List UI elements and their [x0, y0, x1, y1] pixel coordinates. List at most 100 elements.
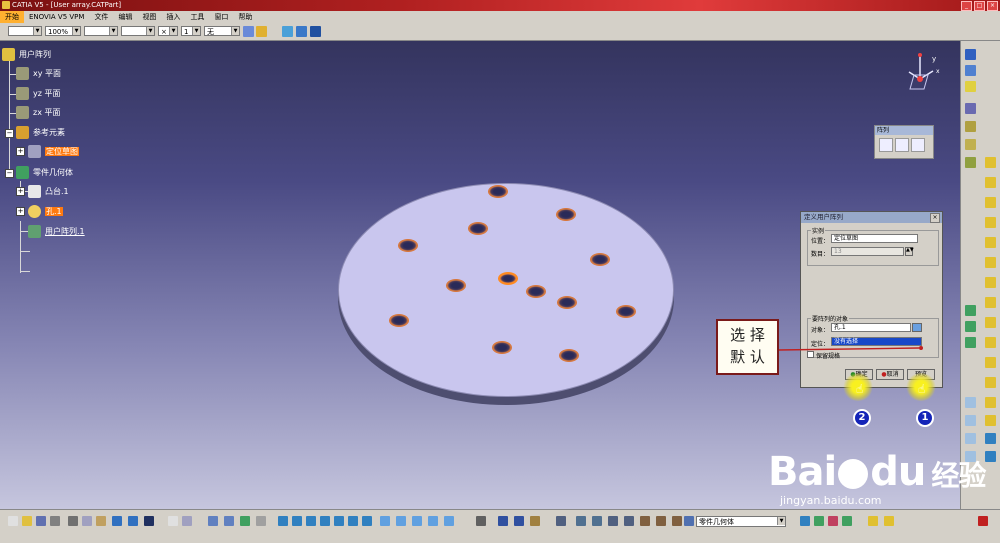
- hole-feature-selected[interactable]: [498, 272, 518, 285]
- expand-icon[interactable]: +: [16, 207, 25, 216]
- menu-tools[interactable]: 工具: [185, 11, 209, 23]
- update-icon[interactable]: [256, 516, 266, 526]
- hole-feature[interactable]: [446, 279, 466, 292]
- mass-icon[interactable]: [624, 516, 634, 526]
- tree-item-yz-plane[interactable]: yz 平面: [16, 86, 60, 101]
- lineweight-select[interactable]: ▼: [121, 26, 155, 36]
- workbench-icon[interactable]: [282, 26, 293, 37]
- iso-view-icon[interactable]: [380, 516, 390, 526]
- swap-space-icon[interactable]: [428, 516, 438, 526]
- chamfer-icon[interactable]: [985, 317, 996, 328]
- stiffener-icon[interactable]: [985, 237, 996, 248]
- plane-icon[interactable]: [965, 81, 976, 92]
- select-object-icon[interactable]: [912, 323, 922, 332]
- fastener-icon[interactable]: [640, 516, 650, 526]
- collapse-icon[interactable]: −: [5, 129, 14, 138]
- dimension-icon[interactable]: [498, 516, 508, 526]
- rotation-icon[interactable]: [965, 415, 976, 426]
- compass-icon[interactable]: y x: [900, 49, 945, 97]
- remove-face-icon[interactable]: [985, 357, 996, 368]
- copy-icon[interactable]: [82, 516, 92, 526]
- hole-icon[interactable]: [985, 177, 996, 188]
- zoom-in-icon[interactable]: [334, 516, 344, 526]
- scaling-icon[interactable]: [985, 415, 996, 426]
- thickness-icon[interactable]: [965, 337, 976, 348]
- power-copy-icon[interactable]: [828, 516, 838, 526]
- layer-select[interactable]: 无 ▼: [204, 26, 240, 36]
- thread-annotation-icon[interactable]: [656, 516, 666, 526]
- cut-icon[interactable]: [68, 516, 78, 526]
- annotation-icon[interactable]: [530, 516, 540, 526]
- tree-item-part-body[interactable]: 零件几何体: [16, 165, 73, 180]
- thickness-select[interactable]: 1 ▼: [181, 26, 201, 36]
- tree-item-zx-plane[interactable]: zx 平面: [16, 105, 60, 120]
- rib-icon[interactable]: [985, 197, 996, 208]
- knowledge-icon[interactable]: [224, 516, 234, 526]
- hole-feature[interactable]: [559, 349, 579, 362]
- fill-color-select[interactable]: ▼: [8, 26, 42, 36]
- publish-icon[interactable]: [240, 516, 250, 526]
- tree-item-pad[interactable]: 凸台.1: [28, 184, 69, 199]
- open-icon[interactable]: [22, 516, 32, 526]
- menu-edit[interactable]: 编辑: [113, 11, 137, 23]
- shell-icon[interactable]: [965, 321, 976, 332]
- minimize-button[interactable]: _: [961, 1, 972, 11]
- menu-enovia[interactable]: ENOVIA V5 VPM: [24, 11, 89, 23]
- hole-feature[interactable]: [526, 285, 546, 298]
- line-icon[interactable]: [965, 65, 976, 76]
- tree-item-reference-elements[interactable]: 参考元素: [16, 125, 65, 140]
- open-catalog-icon[interactable]: [296, 26, 307, 37]
- whats-this-icon[interactable]: [144, 516, 154, 526]
- tree-item-hole[interactable]: 孔.1: [28, 204, 63, 219]
- expand-icon[interactable]: +: [16, 147, 25, 156]
- body-select[interactable]: 零件几何体 ▼: [696, 516, 786, 527]
- point-icon[interactable]: [965, 49, 976, 60]
- hole-feature[interactable]: [488, 185, 508, 198]
- user-pattern-icon[interactable]: [911, 138, 925, 152]
- shaft-icon[interactable]: [965, 157, 976, 168]
- comment-icon[interactable]: [182, 516, 192, 526]
- normal-view-icon[interactable]: [362, 516, 372, 526]
- hole-feature[interactable]: [556, 208, 576, 221]
- tree-item-positioning-sketch[interactable]: 定位草图: [28, 144, 79, 159]
- position-field[interactable]: 定位草图: [831, 234, 918, 243]
- painter-icon[interactable]: [243, 26, 254, 37]
- hole-feature[interactable]: [616, 305, 636, 318]
- point-symbol-select[interactable]: × ▼: [158, 26, 178, 36]
- fit-all-icon[interactable]: [292, 516, 302, 526]
- rotate-icon[interactable]: [320, 516, 330, 526]
- tree-root[interactable]: 用户阵列: [2, 47, 51, 62]
- count-field[interactable]: 13: [831, 247, 904, 256]
- menu-window[interactable]: 窗口: [209, 11, 233, 23]
- expand-icon[interactable]: +: [16, 187, 25, 196]
- tree-item-xy-plane[interactable]: xy 平面: [16, 66, 61, 81]
- hole-feature[interactable]: [389, 314, 409, 327]
- linetype-select[interactable]: ▼: [84, 26, 118, 36]
- transparency-select[interactable]: 100% ▼: [45, 26, 81, 36]
- cancel-button[interactable]: ●取消: [876, 369, 904, 380]
- circular-pattern-icon[interactable]: [895, 138, 909, 152]
- menu-start[interactable]: 开始: [0, 11, 24, 23]
- tree-item-user-pattern[interactable]: 用户阵列.1: [28, 224, 85, 239]
- assemble-icon[interactable]: [884, 516, 894, 526]
- define-work-object-icon[interactable]: [672, 516, 682, 526]
- fly-mode-icon[interactable]: [278, 516, 288, 526]
- part-disk[interactable]: [338, 183, 674, 405]
- thread-icon[interactable]: [985, 337, 996, 348]
- measure-item-icon[interactable]: [576, 516, 586, 526]
- hole-feature[interactable]: [468, 222, 488, 235]
- fillet-icon[interactable]: [985, 297, 996, 308]
- hole-feature[interactable]: [590, 253, 610, 266]
- collapse-icon[interactable]: −: [5, 169, 14, 178]
- removed-loft-icon[interactable]: [985, 277, 996, 288]
- print-icon[interactable]: [50, 516, 60, 526]
- slot-icon[interactable]: [985, 217, 996, 228]
- body-select-icon[interactable]: [684, 516, 694, 526]
- catalog-icon[interactable]: [814, 516, 824, 526]
- pad-icon[interactable]: [965, 121, 976, 132]
- translation-icon[interactable]: [965, 397, 976, 408]
- redo-icon[interactable]: [128, 516, 138, 526]
- undo-icon[interactable]: [112, 516, 122, 526]
- render-icon[interactable]: [444, 516, 454, 526]
- new-icon[interactable]: [8, 516, 18, 526]
